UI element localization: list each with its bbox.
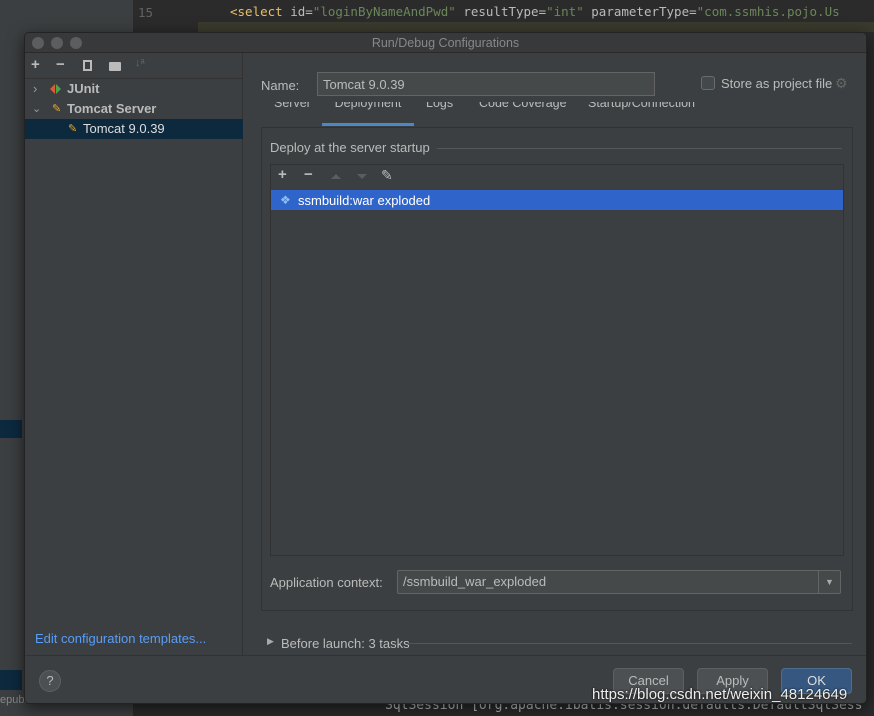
before-launch-toggle[interactable]: Before launch: 3 tasks xyxy=(281,636,410,651)
list-item[interactable]: ❖ ssmbuild:war exploded xyxy=(271,190,843,210)
gear-icon[interactable]: ⚙ xyxy=(835,75,848,92)
junit-icon xyxy=(50,84,55,94)
deployment-list: + − ✎ ❖ ssmbuild:war exploded xyxy=(270,164,844,556)
name-input[interactable] xyxy=(317,72,655,96)
tab-deployment[interactable]: Deployment xyxy=(322,102,414,126)
chevron-right-icon[interactable]: › xyxy=(33,79,37,99)
app-context-label: Application context: xyxy=(270,575,383,590)
ide-selected-row xyxy=(0,420,22,438)
store-project-label: Store as project file xyxy=(721,76,833,91)
code-editor[interactable]: 15 <select id="loginByNameAndPwd" result… xyxy=(133,0,874,32)
tab-logs[interactable]: Logs xyxy=(426,102,453,126)
ide-selected-row xyxy=(0,670,22,690)
tab-startup-connection[interactable]: Startup/Connection xyxy=(588,102,695,126)
code-value: "com.ssmhis.pojo.Us xyxy=(696,4,840,19)
sort-icon[interactable]: ↓ᵃ xyxy=(135,57,145,69)
divider xyxy=(25,655,866,656)
tree-item-label: Tomcat 9.0.39 xyxy=(83,121,165,136)
tab-label: Server xyxy=(274,102,311,110)
junit-icon-part xyxy=(56,84,61,94)
chevron-down-icon[interactable]: ▼ xyxy=(818,571,840,593)
tomcat-icon: ✎ xyxy=(52,103,62,115)
edit-icon[interactable]: ✎ xyxy=(381,167,393,184)
copy-icon[interactable] xyxy=(83,60,92,71)
run-debug-dialog: Run/Debug Configurations + − ↓ᵃ › JUnit … xyxy=(24,32,867,704)
code-attr: resultType= xyxy=(455,4,547,19)
app-context-combobox[interactable]: /ssmbuild_war_exploded ▼ xyxy=(397,570,841,594)
tab-label: Code Coverage xyxy=(479,102,567,110)
help-button[interactable]: ? xyxy=(39,670,61,692)
tree-item-tomcat-server[interactable]: ⌄ ✎ Tomcat Server xyxy=(25,99,243,119)
folder-add-icon[interactable] xyxy=(109,62,121,71)
edit-templates-link[interactable]: Edit configuration templates... xyxy=(35,631,206,646)
add-icon[interactable]: + xyxy=(31,56,40,73)
tab-server[interactable]: Server xyxy=(274,102,311,126)
code-attr: parameterType= xyxy=(583,4,697,19)
code-attr: id= xyxy=(290,4,313,19)
code-value: "loginByNameAndPwd" xyxy=(312,4,456,19)
tab-label: Startup/Connection xyxy=(588,102,696,110)
close-window-button[interactable] xyxy=(32,37,44,49)
remove-icon[interactable]: − xyxy=(304,166,313,183)
line-number: 15 xyxy=(138,5,154,20)
minimize-window-button[interactable] xyxy=(51,37,63,49)
dialog-title: Run/Debug Configurations xyxy=(371,36,520,50)
tomcat-icon: ✎ xyxy=(68,123,78,135)
artifact-icon: ❖ xyxy=(280,193,291,207)
add-icon[interactable]: + xyxy=(278,166,287,183)
move-down-icon[interactable] xyxy=(357,174,367,179)
expand-arrow-icon[interactable]: ▶ xyxy=(267,636,274,647)
code-line: <select id="loginByNameAndPwd" resultTyp… xyxy=(230,4,840,19)
store-project-checkbox[interactable] xyxy=(701,76,715,90)
tree-item-junit[interactable]: › JUnit xyxy=(25,79,243,99)
app-context-value: /ssmbuild_war_exploded xyxy=(403,574,547,589)
tab-label: Logs xyxy=(426,102,454,110)
tab-code-coverage[interactable]: Code Coverage xyxy=(479,102,567,126)
dialog-titlebar: Run/Debug Configurations xyxy=(25,33,866,53)
chevron-down-icon[interactable]: ⌄ xyxy=(32,99,41,119)
remove-icon[interactable]: − xyxy=(56,56,65,73)
help-label: ? xyxy=(46,673,54,688)
move-up-icon[interactable] xyxy=(331,174,341,179)
name-label: Name: xyxy=(261,78,300,93)
divider xyxy=(408,643,852,644)
tree-item-tomcat-9[interactable]: ✎ Tomcat 9.0.39 xyxy=(25,119,243,139)
tree-item-label: Tomcat Server xyxy=(67,101,157,116)
list-item-label: ssmbuild:war exploded xyxy=(298,193,431,208)
divider xyxy=(437,148,842,149)
watermark: https://blog.csdn.net/weixin_48124649 xyxy=(592,686,848,703)
section-title: Deploy at the server startup xyxy=(270,140,430,155)
code-tag: <select xyxy=(230,4,291,19)
tree-item-label: JUnit xyxy=(67,81,100,96)
tab-label: Deployment xyxy=(334,102,402,110)
config-sidebar: + − ↓ᵃ › JUnit ⌄ ✎ Tomcat Server ✎ Tomca… xyxy=(25,53,243,656)
code-value: "int" xyxy=(546,4,584,19)
maximize-window-button[interactable] xyxy=(70,37,82,49)
highlighted-line xyxy=(198,22,874,32)
